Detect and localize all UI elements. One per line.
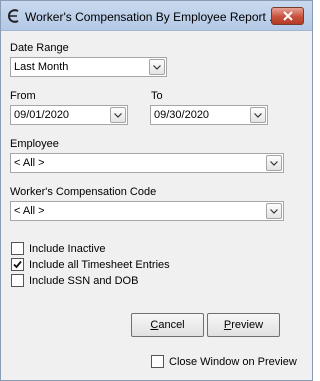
close-button[interactable] — [271, 7, 304, 25]
cancel-accelerator: C — [150, 319, 159, 331]
chevron-down-icon[interactable] — [250, 107, 266, 123]
wc-code-value: < All > — [14, 205, 45, 217]
chevron-down-icon[interactable] — [110, 107, 126, 123]
title-bar[interactable]: Worker's Compensation By Employee Report… — [1, 1, 312, 31]
include-inactive-checkbox[interactable] — [11, 242, 24, 255]
from-date-field[interactable]: 09/01/2020 — [10, 105, 128, 125]
close-on-preview-option[interactable]: Close Window on Preview — [151, 355, 297, 368]
to-date-value: 09/30/2020 — [154, 109, 210, 121]
from-date-value: 09/01/2020 — [14, 109, 70, 121]
include-inactive-option[interactable]: Include Inactive — [11, 242, 105, 255]
close-on-preview-label: Close Window on Preview — [169, 355, 297, 368]
employee-select[interactable]: < All > — [10, 153, 284, 173]
from-label: From — [10, 90, 36, 102]
chevron-down-icon[interactable] — [149, 59, 165, 75]
include-timesheet-checkbox[interactable] — [11, 258, 24, 271]
wc-code-select[interactable]: < All > — [10, 201, 284, 221]
to-date-field[interactable]: 09/30/2020 — [150, 105, 268, 125]
close-on-preview-checkbox[interactable] — [151, 355, 164, 368]
cancel-button[interactable]: Cancel — [131, 313, 204, 337]
include-ssn-checkbox[interactable] — [11, 274, 24, 287]
close-icon — [282, 11, 293, 21]
preview-accelerator: P — [223, 319, 232, 331]
to-label: To — [151, 90, 163, 102]
wc-code-label: Worker's Compensation Code — [10, 186, 157, 198]
date-range-value: Last Month — [14, 61, 69, 73]
cancel-label: ancel — [158, 319, 185, 331]
app-icon — [6, 8, 22, 24]
preview-button[interactable]: Preview — [207, 313, 280, 337]
employee-value: < All > — [14, 157, 45, 169]
employee-label: Employee — [10, 138, 59, 150]
window-title: Worker's Compensation By Employee Report… — [25, 10, 280, 24]
checkmark-icon — [13, 260, 22, 269]
report-dialog: Worker's Compensation By Employee Report… — [0, 0, 313, 381]
include-inactive-label: Include Inactive — [29, 242, 106, 255]
include-timesheet-label: Include all Timesheet Entries — [29, 258, 170, 271]
preview-label: review — [231, 319, 264, 331]
include-ssn-option[interactable]: Include SSN and DOB — [11, 274, 138, 287]
chevron-down-icon[interactable] — [266, 203, 282, 219]
chevron-down-icon[interactable] — [266, 155, 282, 171]
date-range-label: Date Range — [10, 42, 69, 54]
date-range-select[interactable]: Last Month — [10, 57, 167, 77]
include-ssn-label: Include SSN and DOB — [29, 274, 139, 287]
include-timesheet-option[interactable]: Include all Timesheet Entries — [11, 258, 170, 271]
